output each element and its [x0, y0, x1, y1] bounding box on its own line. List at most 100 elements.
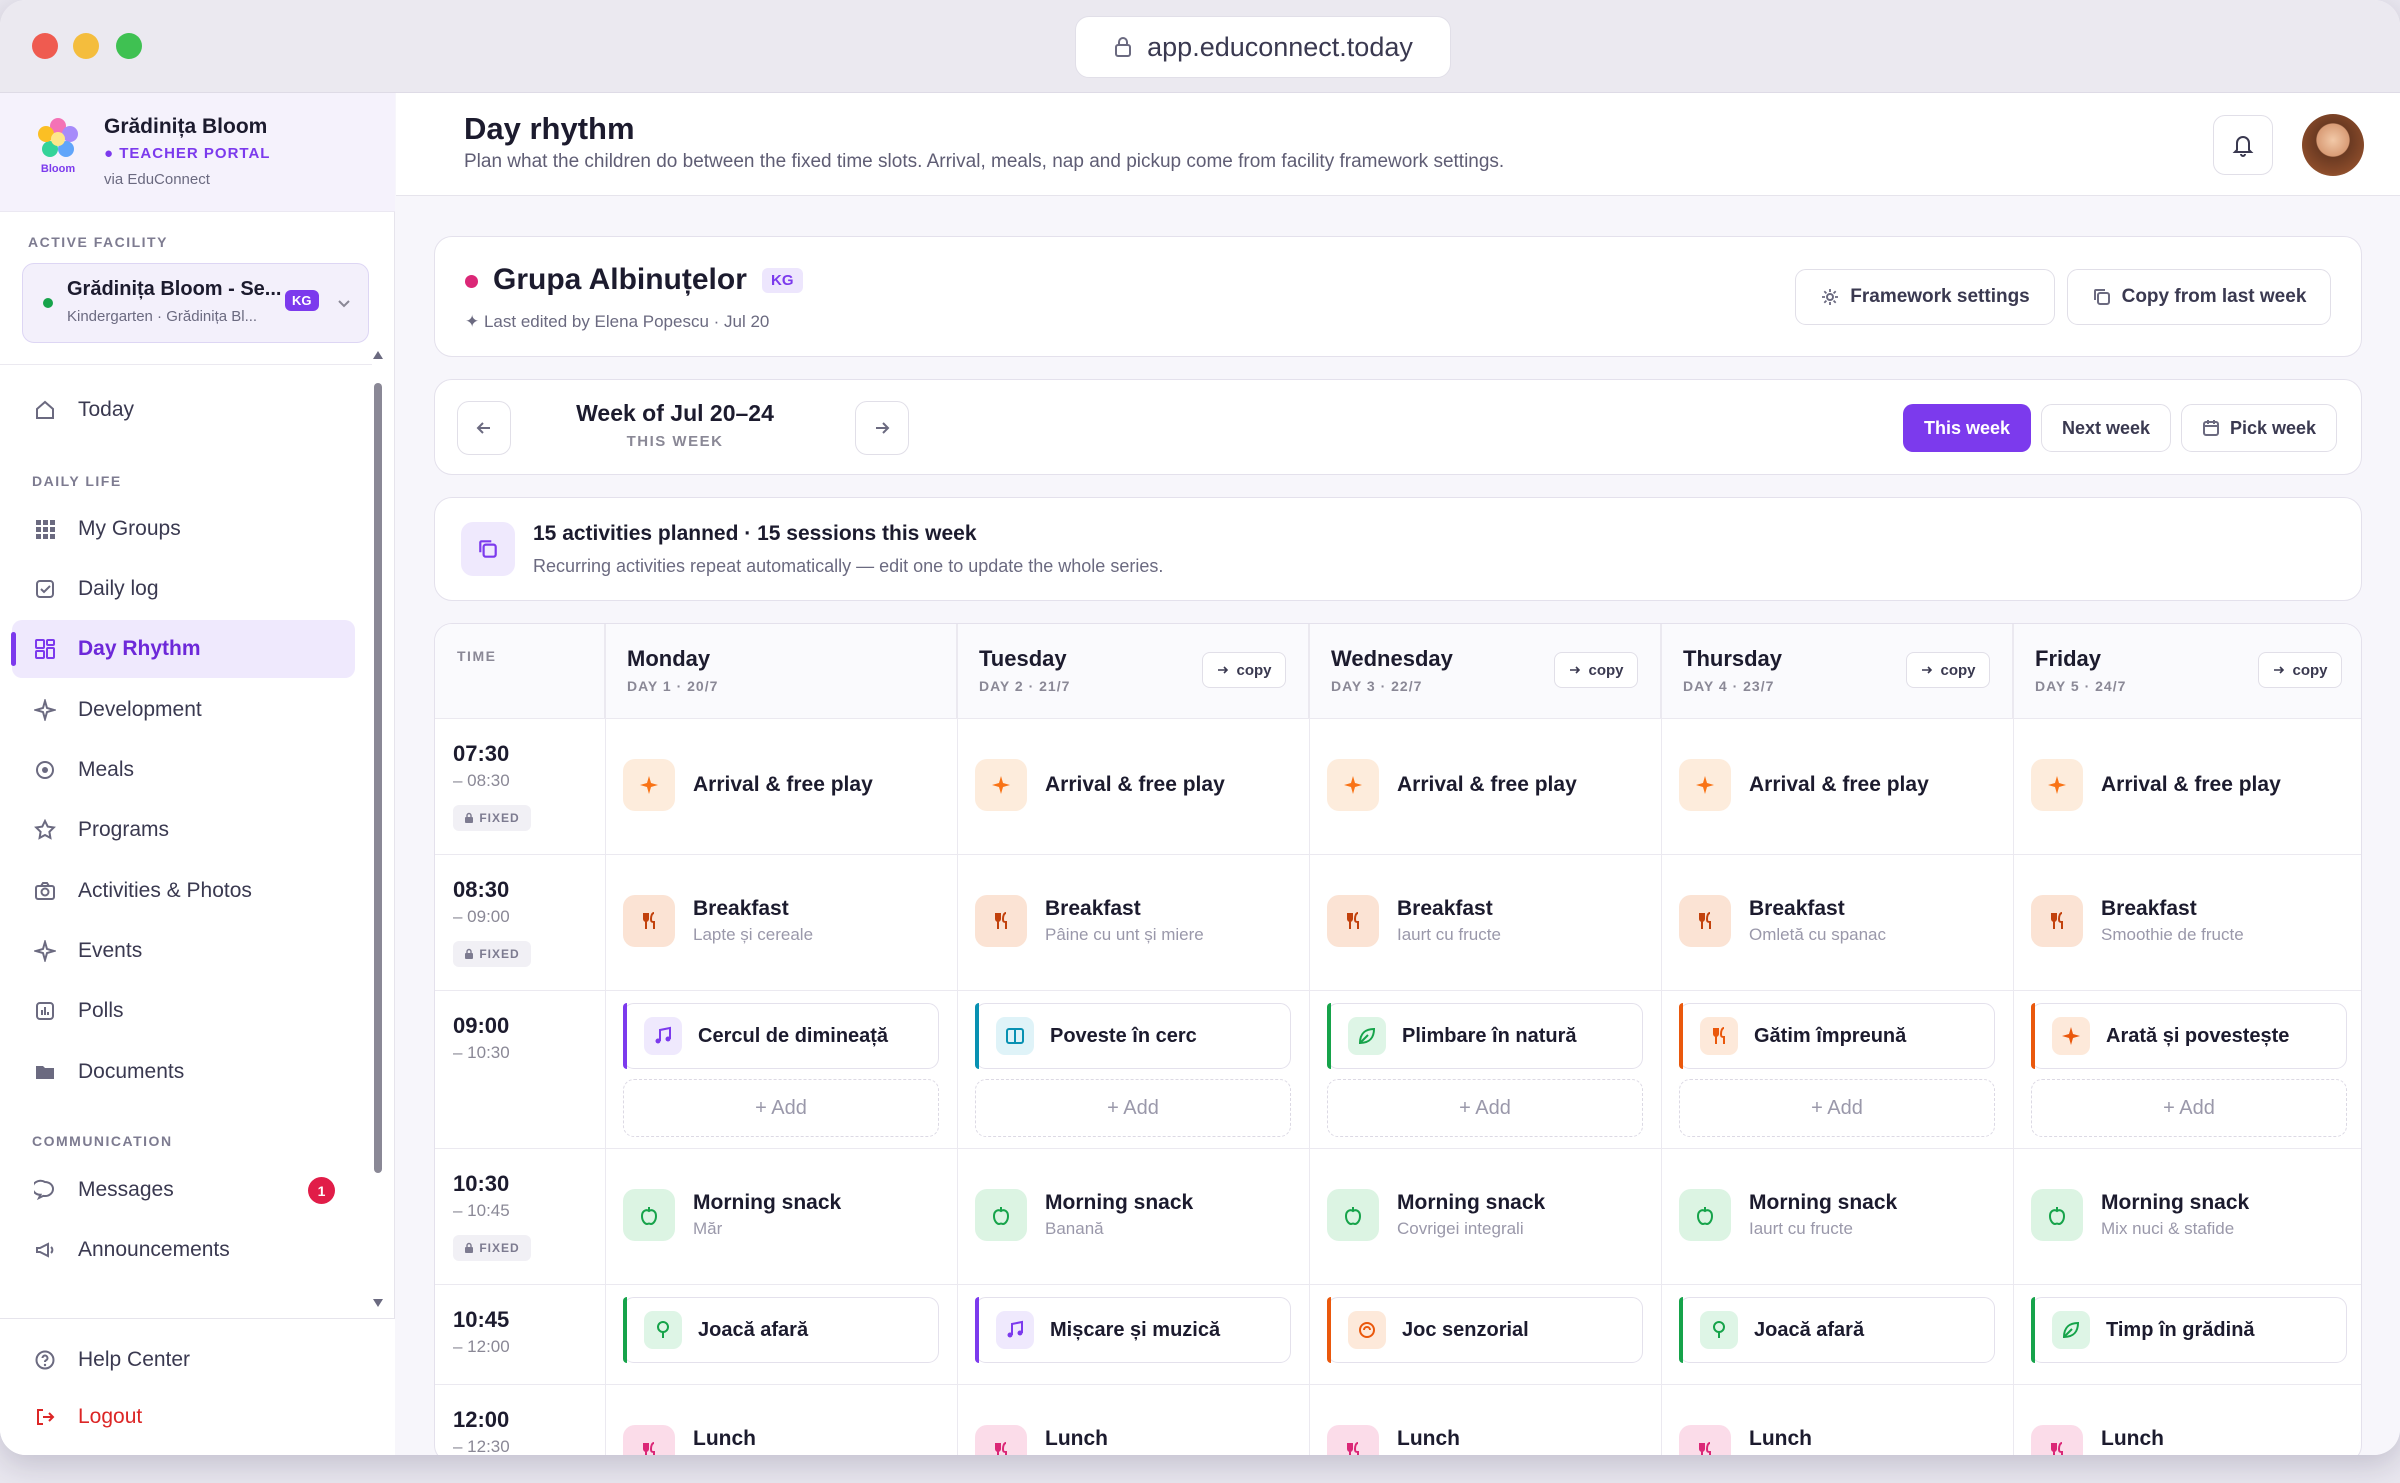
sidebar-item-meals[interactable]: Meals	[12, 741, 355, 799]
divider	[0, 364, 372, 365]
sidebar-item-programs[interactable]: Programs	[12, 801, 355, 859]
activity-name: Cercul de dimineață	[698, 1024, 889, 1047]
slot-detail: Pâine cu unt și miere	[1045, 925, 1204, 944]
column-divider	[957, 624, 958, 1455]
previous-week-button[interactable]	[457, 401, 511, 455]
sidebar-item-documents[interactable]: Documents	[12, 1043, 355, 1101]
maximize-window-icon[interactable]	[116, 33, 142, 59]
sidebar-item-today[interactable]: Today	[12, 381, 355, 439]
slot-name: Lunch	[1045, 1427, 1108, 1450]
sidebar-item-announcements[interactable]: Announcements	[12, 1221, 355, 1279]
fixed-slot-item: Morning snack Iaurt cu fructe	[1679, 1189, 1995, 1241]
lock-icon	[1115, 37, 1132, 57]
sidebar-scroll-thumb[interactable]	[374, 383, 382, 1173]
activity-card[interactable]: Poveste în cerc	[975, 1003, 1291, 1069]
sidebar-item-my-groups[interactable]: My Groups	[12, 500, 355, 558]
slot-end-time: – 10:30	[453, 1043, 510, 1062]
activity-card[interactable]: Timp în grădină	[2031, 1297, 2347, 1363]
activity-card[interactable]: Mișcare și muzică	[975, 1297, 1291, 1363]
fork-knife-icon	[1679, 1425, 1731, 1455]
slot-name: Lunch	[1749, 1427, 1812, 1450]
chat-icon	[32, 1177, 58, 1203]
logout-button[interactable]: Logout	[12, 1391, 355, 1443]
activity-card[interactable]: Cercul de dimineață	[623, 1003, 939, 1069]
add-activity-button[interactable]: + Add	[975, 1079, 1291, 1137]
brand-via: via EduConnect	[104, 171, 210, 188]
pick-week-button[interactable]: Pick week	[2181, 404, 2337, 452]
add-activity-button[interactable]: + Add	[623, 1079, 939, 1137]
copy-day-button[interactable]: copy	[1906, 652, 1990, 688]
copy-from-last-week-button[interactable]: Copy from last week	[2067, 269, 2331, 325]
add-activity-button[interactable]: + Add	[1327, 1079, 1643, 1137]
slot-name: Breakfast	[1045, 897, 1141, 920]
fixed-slot-item: LunchSupă de legume cu tăiței + pui	[623, 1425, 939, 1455]
slot-name: Breakfast	[693, 897, 789, 920]
sidebar-item-help[interactable]: Help Center	[12, 1334, 355, 1386]
day-date: DAY 1 · 20/7	[627, 678, 719, 694]
sidebar-item-label: Meals	[78, 758, 135, 781]
folder-icon	[32, 1059, 58, 1085]
sidebar-item-label: Documents	[78, 1060, 185, 1083]
add-activity-button[interactable]: + Add	[1679, 1079, 1995, 1137]
activity-card[interactable]: Arată și povestește	[2031, 1003, 2347, 1069]
slot-name: Lunch	[693, 1427, 756, 1450]
activity-color-bar	[975, 1003, 979, 1069]
activity-name: Gătim împreună	[1754, 1024, 1907, 1047]
fork-knife-icon	[1327, 1425, 1379, 1455]
week-sub: THIS WEEK	[626, 433, 724, 450]
this-week-button[interactable]: This week	[1903, 404, 2031, 452]
scroll-up-icon[interactable]	[372, 349, 384, 361]
close-window-icon[interactable]	[32, 33, 58, 59]
activity-color-bar	[1327, 1297, 1331, 1363]
notifications-button[interactable]	[2213, 115, 2273, 175]
logo-text: Bloom	[40, 163, 76, 175]
copy-day-button[interactable]: copy	[1554, 652, 1638, 688]
slot-name: Arrival & free play	[1045, 773, 1225, 796]
activity-color-bar	[1679, 1003, 1683, 1069]
slot-text: Arrival & free play	[1397, 773, 1577, 797]
activity-card[interactable]: Joacă afară	[1679, 1297, 1995, 1363]
minimize-window-icon[interactable]	[73, 33, 99, 59]
sidebar-item-polls[interactable]: Polls	[12, 982, 355, 1040]
megaphone-icon	[32, 1237, 58, 1263]
slot-end-time: – 12:00	[453, 1337, 510, 1356]
group-color-dot	[465, 275, 478, 288]
slot-name: Arrival & free play	[1397, 773, 1577, 796]
add-activity-button[interactable]: + Add	[2031, 1079, 2347, 1137]
slot-start-time: 07:30	[453, 741, 510, 766]
slot-name: Morning snack	[1045, 1191, 1194, 1214]
arrow-right-icon	[1922, 666, 1933, 674]
summary-subtitle: Recurring activities repeat automaticall…	[533, 556, 1164, 576]
activity-card[interactable]: Gătim împreună	[1679, 1003, 1995, 1069]
framework-settings-button[interactable]: Framework settings	[1795, 269, 2055, 325]
sidebar-scrollbar[interactable]	[372, 351, 384, 1313]
slot-name: Breakfast	[2101, 897, 2197, 920]
next-week-arrow-button[interactable]	[855, 401, 909, 455]
day-header-wednesday: Wednesday DAY 3 · 22/7 copy	[1309, 624, 1661, 719]
sidebar-item-day-rhythm[interactable]: Day Rhythm	[11, 620, 355, 678]
copy-day-button[interactable]: copy	[2258, 652, 2342, 688]
user-avatar[interactable]	[2302, 114, 2364, 176]
day-date: DAY 5 · 24/7	[2035, 678, 2127, 694]
activity-card[interactable]: Plimbare în natură	[1327, 1003, 1643, 1069]
sidebar-item-activities[interactable]: Activities & Photos	[12, 862, 355, 920]
day-name: Thursday	[1683, 646, 1783, 671]
sidebar-item-messages[interactable]: Messages 1	[12, 1161, 355, 1219]
scroll-down-icon[interactable]	[372, 1297, 384, 1309]
apple-icon	[1327, 1189, 1379, 1241]
copy-day-button[interactable]: copy	[1202, 652, 1286, 688]
facility-name: Grădinița Bloom - Se...	[67, 278, 282, 300]
sidebar-item-events[interactable]: Events	[12, 922, 355, 980]
activity-card[interactable]: Joacă afară	[623, 1297, 939, 1363]
sidebar-footer: Help Center Logout	[0, 1318, 395, 1455]
address-bar[interactable]: app.educonnect.today	[1075, 16, 1451, 78]
slot-detail: Mix nuci & stafide	[2101, 1219, 2235, 1238]
sidebar-item-development[interactable]: Development	[12, 681, 355, 739]
facility-switcher[interactable]: Grădinița Bloom - Se... Kindergarten · G…	[22, 263, 369, 343]
activity-card[interactable]: Joc senzorial	[1327, 1297, 1643, 1363]
sidebar-item-daily-log[interactable]: Daily log	[12, 560, 355, 618]
next-week-button[interactable]: Next week	[2041, 404, 2171, 452]
slot-start-time: 10:30	[453, 1171, 510, 1196]
sidebar-item-label: Today	[78, 398, 135, 421]
fixed-badge: FIXED	[453, 941, 531, 967]
